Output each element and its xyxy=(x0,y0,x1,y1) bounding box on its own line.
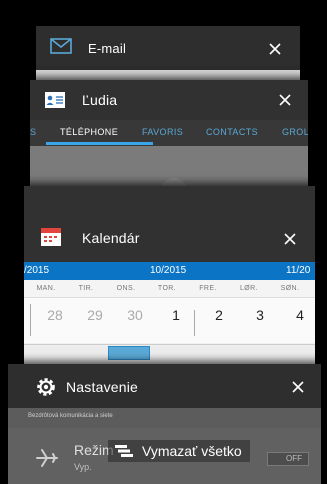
month-prev[interactable]: /2015 xyxy=(24,265,49,276)
weekday-label: LØR. xyxy=(240,285,258,292)
close-icon[interactable] xyxy=(287,376,309,398)
close-icon[interactable] xyxy=(274,89,296,111)
weekday-label: TOR. xyxy=(157,285,177,292)
weekday-label: ONS. xyxy=(116,285,136,292)
airplane-mode-toggle[interactable]: OFF xyxy=(267,452,309,466)
card-title: E-mail xyxy=(88,41,127,56)
day-cell[interactable]: 28 xyxy=(35,307,75,323)
event-line xyxy=(30,304,31,336)
email-icon xyxy=(50,38,72,54)
weekday-label: SØN. xyxy=(280,285,300,292)
airplane-icon xyxy=(36,449,58,467)
recent-app-card-calendar[interactable]: Kalendár /2015 10/2015 11/20 MAN. TIR. O… xyxy=(24,186,315,386)
clear-all-button[interactable]: Vymazať všetko xyxy=(108,440,250,462)
card-header: Kalendár xyxy=(24,186,315,262)
tab-contacts[interactable]: CONTACTS xyxy=(206,127,258,137)
tab-favoris[interactable]: FAVORIS xyxy=(142,127,183,137)
close-icon[interactable] xyxy=(279,228,301,250)
weekday-label: TIR. xyxy=(78,285,94,292)
day-cell[interactable]: 30 xyxy=(115,307,155,323)
day-cell[interactable]: 4 xyxy=(280,307,315,323)
selected-day-highlight[interactable] xyxy=(108,346,150,360)
recent-app-card-email[interactable]: E-mail xyxy=(36,26,300,86)
settings-section-header: Bezdrôtová komunikácia a siete xyxy=(8,408,321,428)
close-icon[interactable] xyxy=(264,38,286,60)
contacts-icon xyxy=(45,92,65,108)
people-tab-bar: S TÉLÉPHONE FAVORIS CONTACTS GROL xyxy=(30,120,308,146)
clear-all-label: Vymazať všetko xyxy=(142,443,242,459)
calendar-week-row: 28 29 30 1 2 3 4 xyxy=(24,298,315,343)
weekday-label: MAN. xyxy=(36,285,56,292)
month-current: 10/2015 xyxy=(150,265,187,276)
card-header: Nastavenie xyxy=(8,364,321,408)
card-header: E-mail xyxy=(36,26,300,66)
day-cell[interactable]: 3 xyxy=(240,307,280,323)
tab-groups-partial[interactable]: GROL xyxy=(282,127,308,137)
day-cell[interactable]: 2 xyxy=(199,307,239,323)
tab-telephone[interactable]: TÉLÉPHONE xyxy=(60,127,118,137)
calendar-month-bar: /2015 10/2015 11/20 xyxy=(24,262,315,280)
card-title: Kalendár xyxy=(82,230,140,246)
weekday-label: FRE. xyxy=(199,285,217,292)
card-header: Ľudia xyxy=(30,80,308,120)
recent-apps-screen: E-mail Ľudia S TÉLÉPHONE FAVORIS CONTACT… xyxy=(0,0,327,484)
calendar-weekday-row: MAN. TIR. ONS. TOR. FRE. LØR. SØN. xyxy=(24,280,315,298)
month-next[interactable]: 11/20 xyxy=(286,265,310,276)
day-cell[interactable]: 29 xyxy=(75,307,115,323)
card-title: Ľudia xyxy=(82,92,118,108)
clear-all-icon xyxy=(115,445,133,457)
calendar-icon xyxy=(41,228,61,246)
recent-app-card-settings[interactable]: Nastavenie Bezdrôtová komunikácia a siet… xyxy=(8,364,321,484)
toggle-label: OFF xyxy=(286,454,302,463)
row-subtitle: Vyp. xyxy=(74,462,92,472)
tab-partial-left[interactable]: S xyxy=(30,127,36,137)
day-cell[interactable]: 1 xyxy=(156,307,196,323)
gear-icon xyxy=(37,378,55,396)
card-title: Nastavenie xyxy=(66,379,139,395)
active-tab-indicator xyxy=(46,142,153,145)
section-title: Bezdrôtová komunikácia a siete xyxy=(28,413,113,419)
